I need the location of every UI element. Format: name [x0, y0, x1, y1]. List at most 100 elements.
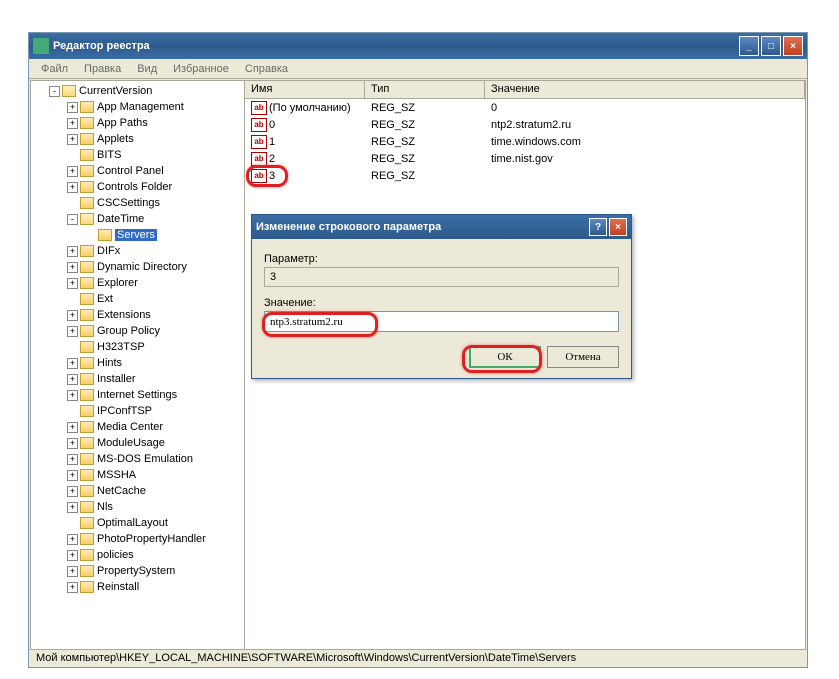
tree-item[interactable]: H323TSP: [67, 339, 244, 355]
expand-icon[interactable]: -: [67, 214, 78, 225]
registry-value-row[interactable]: ab3REG_SZ: [245, 167, 805, 184]
expand-icon[interactable]: +: [67, 566, 78, 577]
col-header-name[interactable]: Имя: [245, 81, 365, 98]
expand-icon[interactable]: +: [67, 182, 78, 193]
tree-item-label: OptimalLayout: [97, 517, 168, 529]
dialog-help-button[interactable]: ?: [589, 218, 607, 236]
expand-icon[interactable]: -: [49, 86, 60, 97]
dialog-close-button[interactable]: ×: [609, 218, 627, 236]
expand-icon[interactable]: +: [67, 550, 78, 561]
tree-item[interactable]: +MS-DOS Emulation: [67, 451, 244, 467]
tree-item[interactable]: +Extensions: [67, 307, 244, 323]
expand-icon[interactable]: +: [67, 438, 78, 449]
cancel-button[interactable]: Отмена: [547, 346, 619, 368]
folder-icon: [80, 453, 94, 465]
expand-icon[interactable]: +: [67, 278, 78, 289]
tree-item[interactable]: +MSSHA: [67, 467, 244, 483]
menu-view[interactable]: Вид: [129, 61, 165, 77]
expand-icon[interactable]: +: [67, 134, 78, 145]
menu-edit[interactable]: Правка: [76, 61, 129, 77]
expand-icon[interactable]: +: [67, 358, 78, 369]
expand-icon[interactable]: +: [67, 326, 78, 337]
value-input[interactable]: [264, 311, 619, 332]
expand-icon[interactable]: +: [67, 102, 78, 113]
dialog-titlebar[interactable]: Изменение строкового параметра ? ×: [252, 215, 631, 239]
tree-item-label: BITS: [97, 149, 121, 161]
folder-icon: [62, 85, 76, 97]
content-area: - CurrentVersion +App Management+App Pat…: [30, 80, 806, 650]
tree-item[interactable]: +PhotoPropertyHandler: [67, 531, 244, 547]
tree-item[interactable]: Servers: [85, 227, 244, 243]
registry-value-row[interactable]: ab1REG_SZtime.windows.com: [245, 133, 805, 150]
tree-item-label: CurrentVersion: [79, 85, 152, 97]
tree-item-label: Hints: [97, 357, 122, 369]
tree-item[interactable]: +Installer: [67, 371, 244, 387]
tree-item[interactable]: +Explorer: [67, 275, 244, 291]
tree-item[interactable]: +Reinstall: [67, 579, 244, 595]
tree-item[interactable]: +Dynamic Directory: [67, 259, 244, 275]
expand-icon: [67, 150, 78, 161]
expand-icon[interactable]: +: [67, 246, 78, 257]
maximize-button[interactable]: □: [761, 36, 781, 56]
folder-icon: [80, 421, 94, 433]
ok-button[interactable]: ОК: [469, 346, 541, 368]
expand-icon[interactable]: +: [67, 166, 78, 177]
registry-value-row[interactable]: ab2REG_SZtime.nist.gov: [245, 150, 805, 167]
expand-icon[interactable]: +: [67, 390, 78, 401]
minimize-button[interactable]: _: [739, 36, 759, 56]
expand-icon[interactable]: +: [67, 374, 78, 385]
tree-item[interactable]: +NetCache: [67, 483, 244, 499]
expand-icon[interactable]: +: [67, 454, 78, 465]
tree-item[interactable]: CSCSettings: [67, 195, 244, 211]
tree-item[interactable]: +Media Center: [67, 419, 244, 435]
expand-icon[interactable]: +: [67, 262, 78, 273]
expand-icon[interactable]: +: [67, 486, 78, 497]
tree-item[interactable]: +Applets: [67, 131, 244, 147]
folder-icon: [80, 213, 94, 225]
tree-item[interactable]: + PropertySystem: [67, 563, 244, 579]
expand-icon[interactable]: +: [67, 470, 78, 481]
tree-item[interactable]: - DateTime: [67, 211, 244, 227]
tree-item[interactable]: +Group Policy: [67, 323, 244, 339]
col-header-type[interactable]: Тип: [365, 81, 485, 98]
tree-item-label: PropertySystem: [97, 565, 175, 577]
expand-icon: [67, 518, 78, 529]
expand-icon[interactable]: +: [67, 534, 78, 545]
expand-icon: [67, 342, 78, 353]
registry-value-row[interactable]: ab(По умолчанию)REG_SZ0: [245, 99, 805, 116]
tree-item[interactable]: + Hints: [67, 355, 244, 371]
expand-icon[interactable]: +: [67, 118, 78, 129]
tree-item-label: DIFx: [97, 245, 120, 257]
expand-icon[interactable]: +: [67, 502, 78, 513]
tree-item[interactable]: IPConfTSP: [67, 403, 244, 419]
tree-item[interactable]: +App Management: [67, 99, 244, 115]
tree-item[interactable]: +App Paths: [67, 115, 244, 131]
registry-value-row[interactable]: ab0REG_SZntp2.stratum2.ru: [245, 116, 805, 133]
col-header-value[interactable]: Значение: [485, 81, 805, 98]
close-button[interactable]: ×: [783, 36, 803, 56]
tree-pane[interactable]: - CurrentVersion +App Management+App Pat…: [31, 81, 245, 649]
menu-file[interactable]: Файл: [33, 61, 76, 77]
tree-item-label: Nls: [97, 501, 113, 513]
tree-item[interactable]: + Nls: [67, 499, 244, 515]
tree-item[interactable]: + DIFx: [67, 243, 244, 259]
tree-item[interactable]: +Controls Folder: [67, 179, 244, 195]
tree-item[interactable]: +ModuleUsage: [67, 435, 244, 451]
expand-icon[interactable]: +: [67, 422, 78, 433]
menu-help[interactable]: Справка: [237, 61, 296, 77]
folder-icon: [80, 437, 94, 449]
tree-item[interactable]: Ext: [67, 291, 244, 307]
tree-item[interactable]: OptimalLayout: [67, 515, 244, 531]
tree-item-label: DateTime: [97, 213, 144, 225]
tree-item-root[interactable]: - CurrentVersion: [49, 83, 244, 99]
expand-icon[interactable]: +: [67, 582, 78, 593]
tree-item[interactable]: +Control Panel: [67, 163, 244, 179]
tree-item[interactable]: +policies: [67, 547, 244, 563]
expand-icon[interactable]: +: [67, 310, 78, 321]
titlebar[interactable]: Редактор реестра _ □ ×: [29, 33, 807, 59]
folder-icon: [80, 517, 94, 529]
menu-favorites[interactable]: Избранное: [165, 61, 237, 77]
tree-item[interactable]: +Internet Settings: [67, 387, 244, 403]
tree-item[interactable]: BITS: [67, 147, 244, 163]
param-label: Параметр:: [264, 253, 619, 265]
